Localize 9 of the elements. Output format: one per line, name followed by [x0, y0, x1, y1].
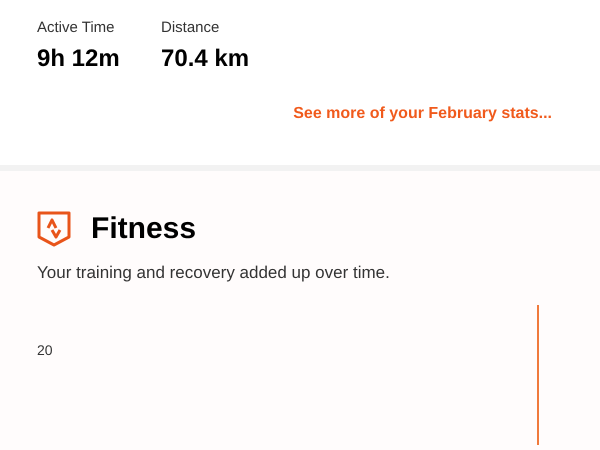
stat-label: Active Time	[37, 18, 116, 38]
shield-logo-icon	[37, 211, 71, 247]
stat-value: 9h 12m	[37, 44, 121, 74]
section-title: Fitness	[91, 211, 196, 247]
axis-label: 20	[37, 341, 53, 360]
stat-value: 70.4 km	[161, 44, 250, 74]
stat-label: Distance	[161, 18, 220, 38]
stats-link[interactable]: See more of your February stats...	[293, 102, 552, 126]
section-subtitle: Your training and recovery added up over time.	[37, 262, 391, 284]
